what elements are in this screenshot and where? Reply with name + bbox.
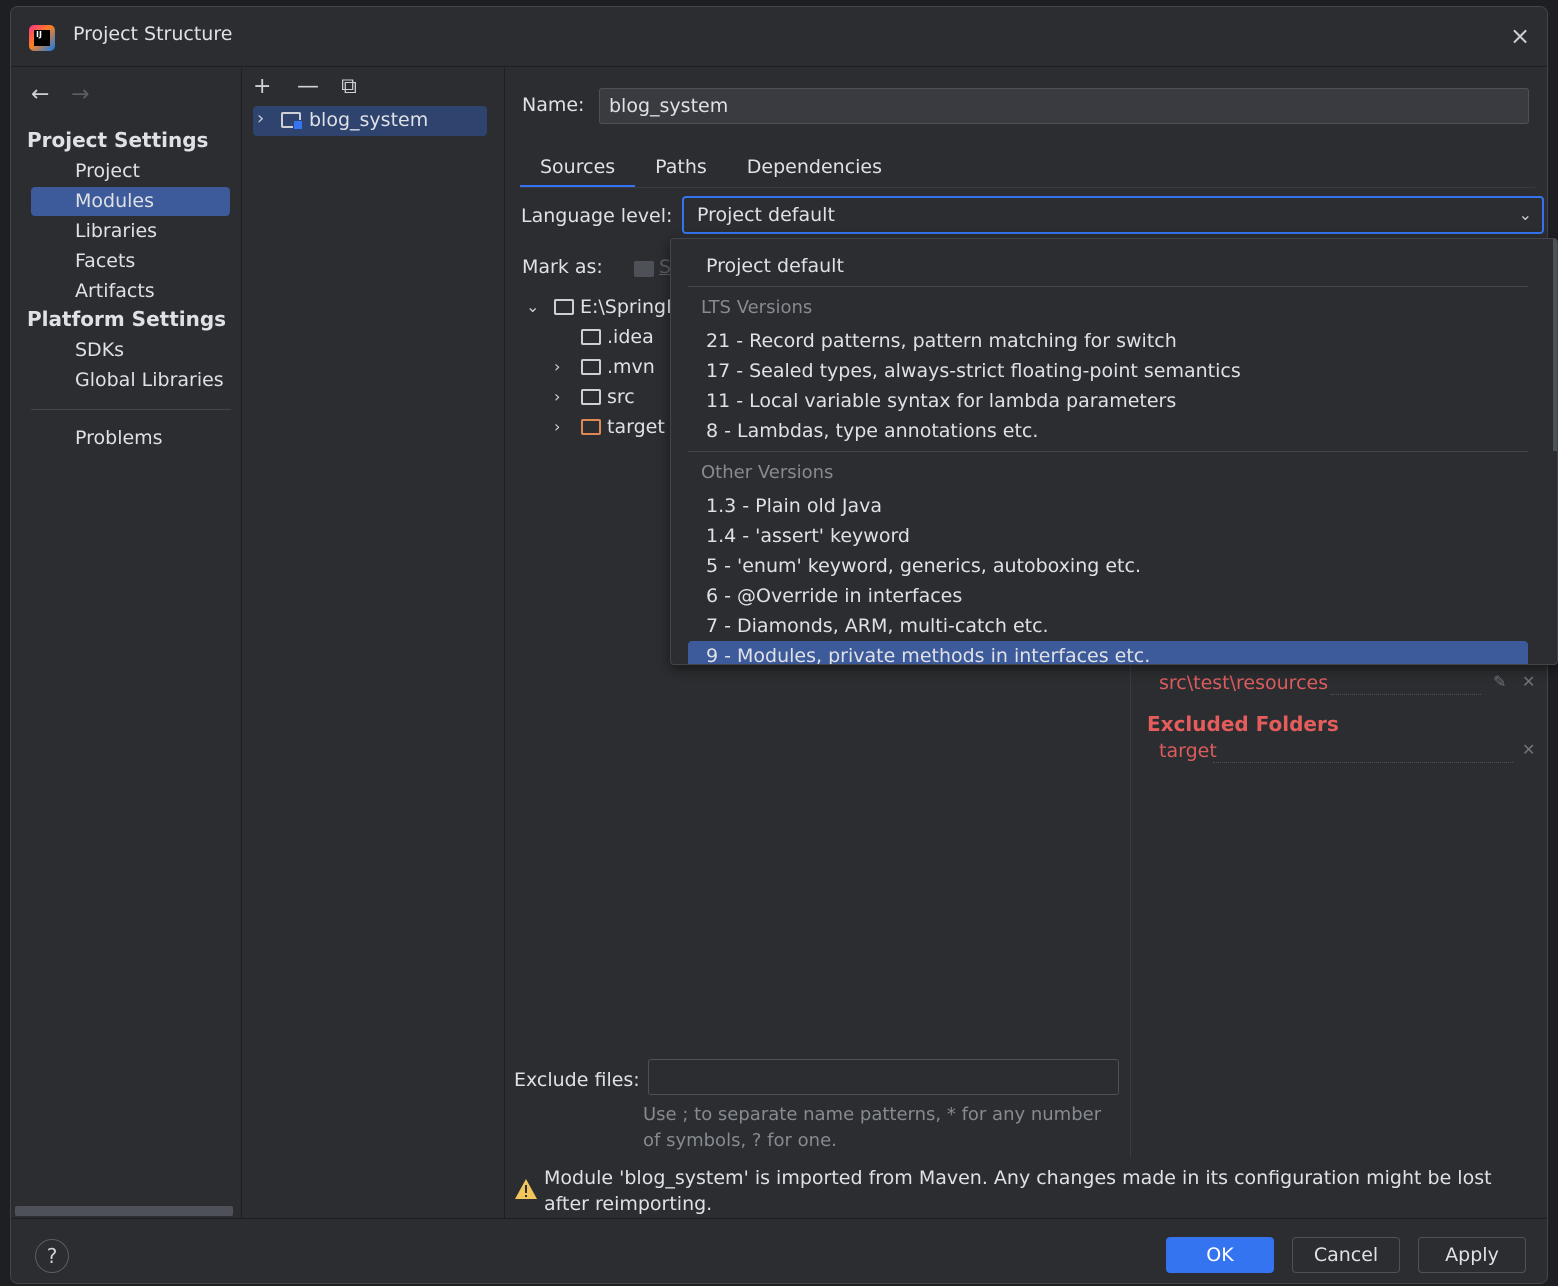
remove-root-icon[interactable]: ✕ [1522,672,1535,691]
sidebar-item-sdks[interactable]: SDKs [31,336,230,365]
folder-icon [581,329,601,345]
mark-as-label: Mark as: [522,256,603,278]
copy-icon[interactable]: ⧉ [341,74,379,99]
dropdown-item-1-3[interactable]: 1.3 - Plain old Java [688,491,1528,521]
tab-underline [520,187,1535,188]
module-folder-icon [281,112,303,130]
intellij-logo-icon: IJ [29,25,55,51]
platform-settings-heading: Platform Settings [27,307,227,331]
apply-button[interactable]: Apply [1418,1237,1526,1273]
module-name: blog_system [309,109,429,131]
chevron-right-icon[interactable]: › [554,382,570,412]
sidebar-item-libraries[interactable]: Libraries [31,217,230,246]
chevron-down-icon[interactable]: ⌄ [526,292,542,322]
name-label: Name: [522,94,585,116]
tree-row-src[interactable]: › src [506,382,681,412]
ok-button[interactable]: OK [1166,1237,1274,1273]
tree-item-label: src [607,386,635,408]
excluded-folders-heading: Excluded Folders [1147,712,1339,736]
sources-folder-icon[interactable] [634,261,654,277]
exclude-files-input[interactable] [648,1059,1119,1095]
sidebar-item-project[interactable]: Project [31,157,230,186]
other-versions-heading: Other Versions [701,462,834,483]
title-bar: IJ Project Structure × [11,7,1547,67]
warning-icon [515,1179,537,1199]
excluded-target-path: target [1159,740,1217,762]
edit-icon[interactable]: ✎ [1493,672,1506,691]
folder-icon [581,359,601,375]
dropdown-scrollbar[interactable] [1553,239,1557,451]
back-arrow-icon[interactable]: ← [31,82,65,107]
dropdown-item-6[interactable]: 6 - @Override in interfaces [688,581,1528,611]
cancel-button[interactable]: Cancel [1292,1237,1400,1273]
tab-dependencies[interactable]: Dependencies [727,152,902,188]
dotted-leader [1213,762,1513,763]
modules-toolbar: + — ⧉ [253,74,379,108]
dialog-footer: ? OK Cancel Apply [11,1218,1547,1283]
remove-excluded-icon[interactable]: ✕ [1522,740,1535,759]
dropdown-item-8[interactable]: 8 - Lambdas, type annotations etc. [688,416,1528,446]
language-level-dropdown: Project default LTS Versions 21 - Record… [670,238,1558,665]
tree-row-target[interactable]: › target [506,412,681,442]
dropdown-item-11[interactable]: 11 - Local variable syntax for lambda pa… [688,386,1528,416]
dropdown-item-project-default[interactable]: Project default [688,251,1528,281]
tree-row-root[interactable]: ⌄ E:\SpringBo [506,292,691,322]
dropdown-item-9[interactable]: 9 - Modules, private methods in interfac… [688,641,1528,664]
add-icon[interactable]: + [253,74,291,99]
chevron-right-icon[interactable]: › [257,108,264,129]
tree-item-label: .idea [607,326,654,348]
forward-arrow-icon[interactable]: → [71,82,105,107]
tab-paths[interactable]: Paths [635,152,727,188]
excluded-folder-icon [581,419,601,435]
sidebar-item-facets[interactable]: Facets [31,247,230,276]
dropdown-separator [688,451,1528,452]
sidebar-divider [31,409,231,410]
lts-versions-heading: LTS Versions [701,297,813,318]
dropdown-item-1-4[interactable]: 1.4 - 'assert' keyword [688,521,1528,551]
sidebar-item-modules[interactable]: Modules [31,187,230,216]
dropdown-item-21[interactable]: 21 - Record patterns, pattern matching f… [688,326,1528,356]
language-level-select[interactable]: Project default ⌄ [682,196,1544,234]
chevron-down-icon[interactable]: ⌄ [1519,198,1532,232]
exclude-files-label: Exclude files: [514,1069,640,1091]
tree-row-idea[interactable]: .idea [506,322,681,352]
dropdown-separator [688,286,1528,287]
dropdown-item-7[interactable]: 7 - Diamonds, ARM, multi-catch etc. [688,611,1528,641]
tab-sources[interactable]: Sources [520,152,636,188]
dropdown-item-5[interactable]: 5 - 'enum' keyword, generics, autoboxing… [688,551,1528,581]
modules-pane: + — ⧉ › blog_system [243,68,505,1218]
exclude-files-hint: Use ; to separate name patterns, * for a… [643,1104,1102,1151]
module-row[interactable]: › blog_system [253,106,487,136]
folder-icon [554,299,574,315]
folder-icon [581,389,601,405]
window-title: Project Structure [73,23,233,45]
remove-icon[interactable]: — [297,74,335,99]
test-resources-path: src\test\resources [1159,672,1329,694]
dotted-leader [1331,694,1481,695]
sidebar-item-global-libraries[interactable]: Global Libraries [31,366,230,395]
tree-item-label: target [607,416,665,438]
sidebar-item-problems[interactable]: Problems [31,424,230,453]
module-name-input[interactable]: blog_system [599,88,1529,124]
help-button[interactable]: ? [35,1239,69,1273]
language-level-label: Language level: [521,205,673,227]
module-tabs: Sources Paths Dependencies [520,152,902,188]
chevron-right-icon[interactable]: › [554,352,570,382]
sidebar-item-artifacts[interactable]: Artifacts [31,277,230,306]
tree-item-label: .mvn [607,356,655,378]
dropdown-item-17[interactable]: 17 - Sealed types, always-strict floatin… [688,356,1528,386]
sidebar-scrollbar[interactable] [15,1206,233,1216]
project-settings-heading: Project Settings [27,128,209,152]
settings-sidebar: ← → Project Settings Project Modules Lib… [11,68,242,1218]
maven-warning-text: Module 'blog_system' is imported from Ma… [544,1167,1492,1215]
close-icon[interactable]: × [1507,23,1533,49]
content-roots-panel: src\test\resources ✎ ✕ Excluded Folders … [1130,638,1547,1158]
language-level-value: Project default [697,204,835,226]
tree-row-mvn[interactable]: › .mvn [506,352,681,382]
chevron-right-icon[interactable]: › [554,412,570,442]
